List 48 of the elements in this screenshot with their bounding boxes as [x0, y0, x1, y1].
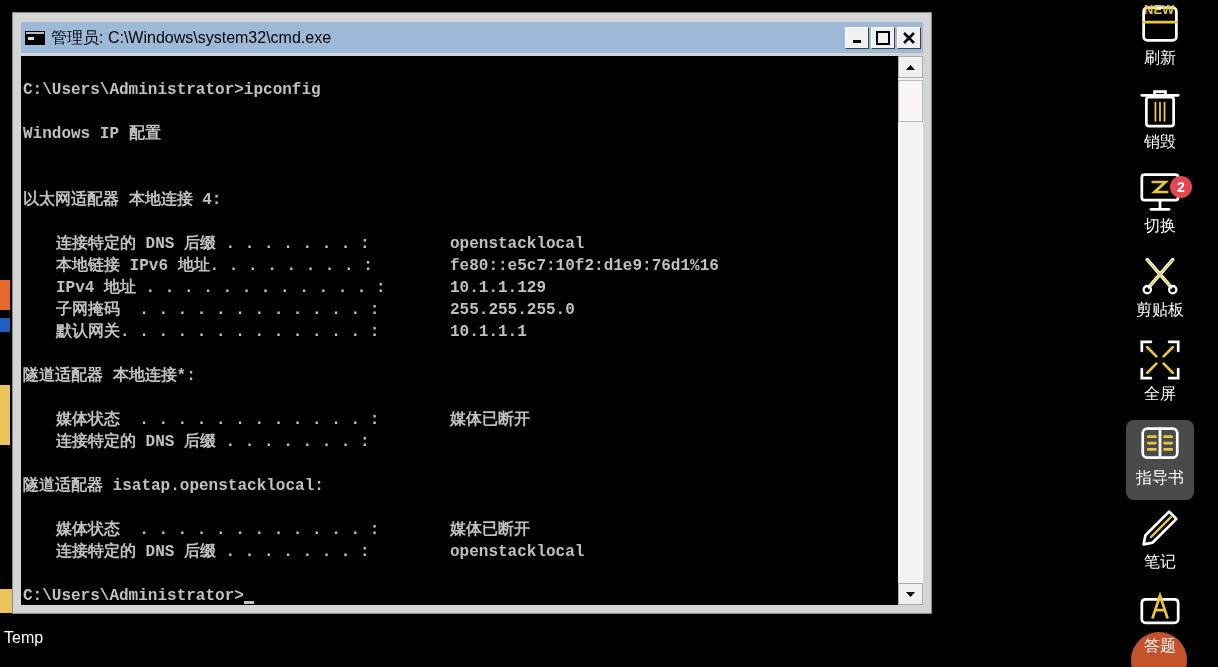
scroll-thumb[interactable]	[898, 80, 923, 122]
console-line: C:\Users\Administrator>ipconfig	[23, 81, 321, 99]
toolbar-button[interactable]: 全屏	[1126, 336, 1194, 416]
toolbar-button[interactable]: 指导书	[1126, 420, 1194, 500]
field-value: 10.1.1.1	[449, 322, 527, 343]
text-cursor	[243, 601, 254, 604]
desktop-icon-label[interactable]: Temp	[4, 626, 44, 650]
toolbar-button[interactable]: 销毁	[1126, 84, 1194, 164]
field-value: fe80::e5c7:10f2:d1e9:76d1%16	[449, 256, 719, 277]
field-label: 连接特定的 DNS 后缀 . . . . . . . :	[56, 541, 371, 563]
scrollbar[interactable]	[898, 56, 923, 605]
field-label: 连接特定的 DNS 后缀 . . . . . . . :	[56, 233, 371, 255]
maximize-icon	[876, 30, 890, 45]
window-title: 管理员: C:\Windows\system32\cmd.exe	[51, 27, 333, 48]
field-value: 255.255.255.0	[449, 300, 575, 321]
field-label: 本地链接 IPv6 地址. . . . . . . . :	[56, 255, 374, 277]
fullscreen-icon	[1138, 340, 1182, 380]
field-label: 连接特定的 DNS 后缀 . . . . . . . :	[56, 431, 371, 453]
field-value: openstacklocal	[449, 542, 585, 563]
field-label: 子网掩码 . . . . . . . . . . . . :	[56, 300, 381, 321]
console-line: 以太网适配器 本地连接 4:	[23, 191, 222, 209]
maximize-button[interactable]	[871, 26, 895, 49]
toolbar-button[interactable]: 答题	[1126, 588, 1194, 667]
scroll-up-button[interactable]	[898, 56, 923, 78]
console-line: 隧道适配器 isatap.openstacklocal:	[23, 477, 324, 495]
command-prompt: C:\Users\Administrator>	[23, 586, 244, 605]
count-badge: 2	[1170, 176, 1192, 198]
field-value: 媒体已断开	[448, 409, 530, 431]
console-line: Windows IP 配置	[23, 125, 161, 143]
down-arrow-icon	[906, 591, 915, 597]
minimize-button[interactable]	[845, 26, 869, 49]
toolbar-button[interactable]: 剪贴板	[1126, 252, 1194, 332]
console-line: 隧道适配器 本地连接*:	[23, 367, 196, 385]
field-value: 媒体已断开	[448, 519, 530, 541]
close-icon	[902, 30, 916, 45]
scroll-down-button[interactable]	[898, 583, 923, 605]
field-label: 媒体状态 . . . . . . . . . . . . :	[56, 519, 381, 541]
trash-icon	[1138, 88, 1182, 128]
field-label: 媒体状态 . . . . . . . . . . . . :	[56, 409, 381, 431]
close-button[interactable]	[897, 26, 921, 49]
field-value: 10.1.1.129	[449, 278, 546, 299]
minimize-icon	[853, 40, 861, 43]
toolbar-button[interactable]: 笔记	[1126, 504, 1194, 584]
field-value: openstacklocal	[449, 234, 585, 255]
console-icon	[25, 30, 45, 45]
field-label: IPv4 地址 . . . . . . . . . . . . :	[56, 277, 387, 299]
up-arrow-icon	[906, 64, 915, 70]
field-label: 默认网关. . . . . . . . . . . . . :	[56, 321, 381, 343]
